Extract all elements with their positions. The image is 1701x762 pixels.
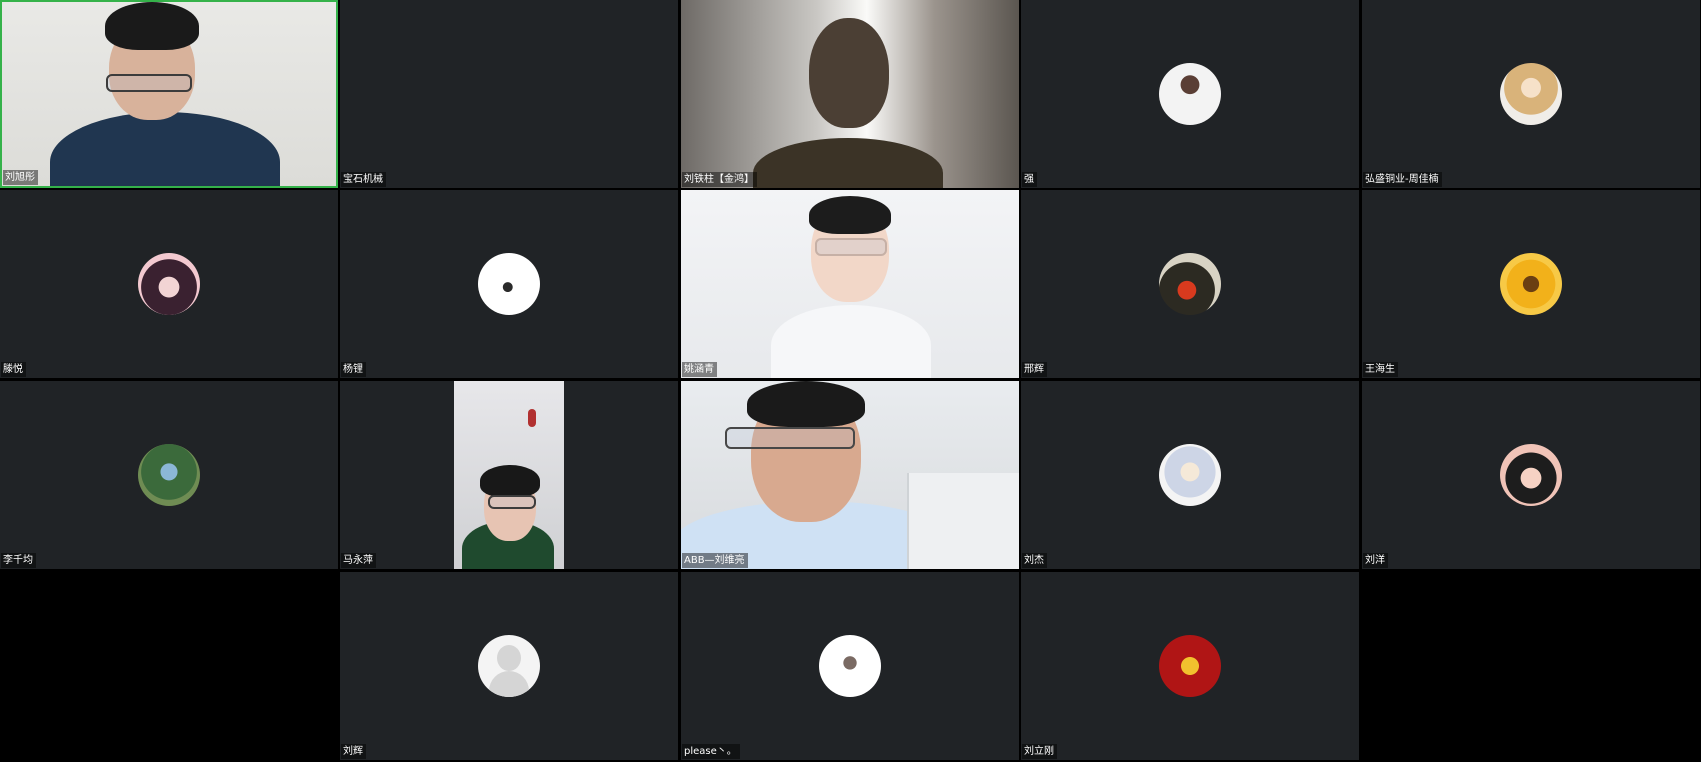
user-head-shape	[497, 645, 521, 671]
person-shape	[747, 381, 865, 427]
sunflower-avatar	[1500, 253, 1562, 315]
participant-tile-14[interactable]: 刘杰	[1021, 381, 1359, 569]
empty-tile	[0, 572, 338, 760]
autumn-photo-avatar	[1159, 253, 1221, 315]
participant-name: 刘辉	[341, 744, 366, 759]
participant-tile-4[interactable]: 强	[1021, 0, 1359, 188]
hanging-ornament-shape	[528, 409, 536, 427]
participant-tile-2[interactable]: 宝石机械	[340, 0, 678, 188]
blonde-portrait-avatar	[1500, 63, 1562, 125]
participant-video	[454, 381, 564, 569]
participant-tile-16[interactable]: 刘辉	[340, 572, 678, 760]
anime-fairy-avatar	[1159, 444, 1221, 506]
anime-girl-avatar	[138, 253, 200, 315]
person-shape	[50, 112, 280, 186]
snow-temple-avatar	[1159, 63, 1221, 125]
person-shape	[771, 305, 931, 378]
participant-tile-10[interactable]: 王海生	[1362, 190, 1700, 378]
participant-tile-11[interactable]: 李千均	[0, 381, 338, 569]
participant-tile-6[interactable]: 滕悦	[0, 190, 338, 378]
participant-tile-18[interactable]: 刘立刚	[1021, 572, 1359, 760]
butterfly-avatar	[478, 253, 540, 315]
participant-name: please丶。	[682, 744, 740, 759]
person-shape	[753, 138, 943, 188]
participant-tile-9[interactable]: 邢辉	[1021, 190, 1359, 378]
participant-name: 邢辉	[1022, 362, 1047, 377]
default-user-avatar	[478, 635, 540, 697]
participant-name: 强	[1022, 172, 1037, 187]
glasses-shape	[815, 238, 887, 256]
participant-name: 马永萍	[341, 553, 376, 568]
user-body-shape	[489, 671, 529, 697]
participant-video	[2, 2, 336, 186]
participant-name: 宝石机械	[341, 172, 386, 187]
participant-tile-12[interactable]: 马永萍	[340, 381, 678, 569]
participant-name: 王海生	[1363, 362, 1398, 377]
anime-character-avatar	[1500, 444, 1562, 506]
participant-name: 刘洋	[1363, 553, 1388, 568]
participant-name: ABB—刘维亮	[682, 553, 748, 568]
video-grid: 刘旭彤 宝石机械 刘铁柱【金鸿】 强 弘盛铜业-周佳楠 滕悦 杨锂 姚涵青 邢辉…	[0, 0, 1701, 762]
video-frame	[454, 381, 564, 569]
participant-name: 刘杰	[1022, 553, 1047, 568]
participant-name: 杨锂	[341, 362, 366, 377]
participant-tile-1[interactable]: 刘旭彤	[0, 0, 338, 188]
participant-tile-15[interactable]: 刘洋	[1362, 381, 1700, 569]
participant-name: 刘旭彤	[3, 170, 38, 185]
glasses-shape	[106, 74, 192, 92]
participant-video	[681, 0, 1019, 188]
golden-dragon-avatar	[1159, 635, 1221, 697]
person-shape	[809, 196, 891, 234]
person-shape	[480, 465, 540, 497]
participant-tile-13[interactable]: ABB—刘维亮	[681, 381, 1019, 569]
person-shape	[105, 2, 199, 50]
participant-name: 姚涵青	[682, 362, 717, 377]
participant-tile-5[interactable]: 弘盛铜业-周佳楠	[1362, 0, 1700, 188]
person-shape	[809, 18, 889, 128]
participant-name: 刘立刚	[1022, 744, 1057, 759]
participant-name: 李千均	[1, 553, 36, 568]
participant-tile-7[interactable]: 杨锂	[340, 190, 678, 378]
empty-tile	[1362, 572, 1700, 760]
participant-tile-8[interactable]: 姚涵青	[681, 190, 1019, 378]
participant-name: 滕悦	[1, 362, 26, 377]
glasses-shape	[725, 427, 855, 449]
participant-name: 刘铁柱【金鸿】	[682, 172, 757, 187]
participant-video	[681, 190, 1019, 378]
sketch-girl-avatar	[819, 635, 881, 697]
landscape-avatar	[138, 444, 200, 506]
participant-name: 弘盛铜业-周佳楠	[1363, 172, 1442, 187]
glasses-shape	[488, 495, 536, 509]
participant-tile-3[interactable]: 刘铁柱【金鸿】	[681, 0, 1019, 188]
office-wall-shape	[907, 473, 1019, 569]
participant-video	[681, 381, 1019, 569]
participant-tile-17[interactable]: please丶。	[681, 572, 1019, 760]
